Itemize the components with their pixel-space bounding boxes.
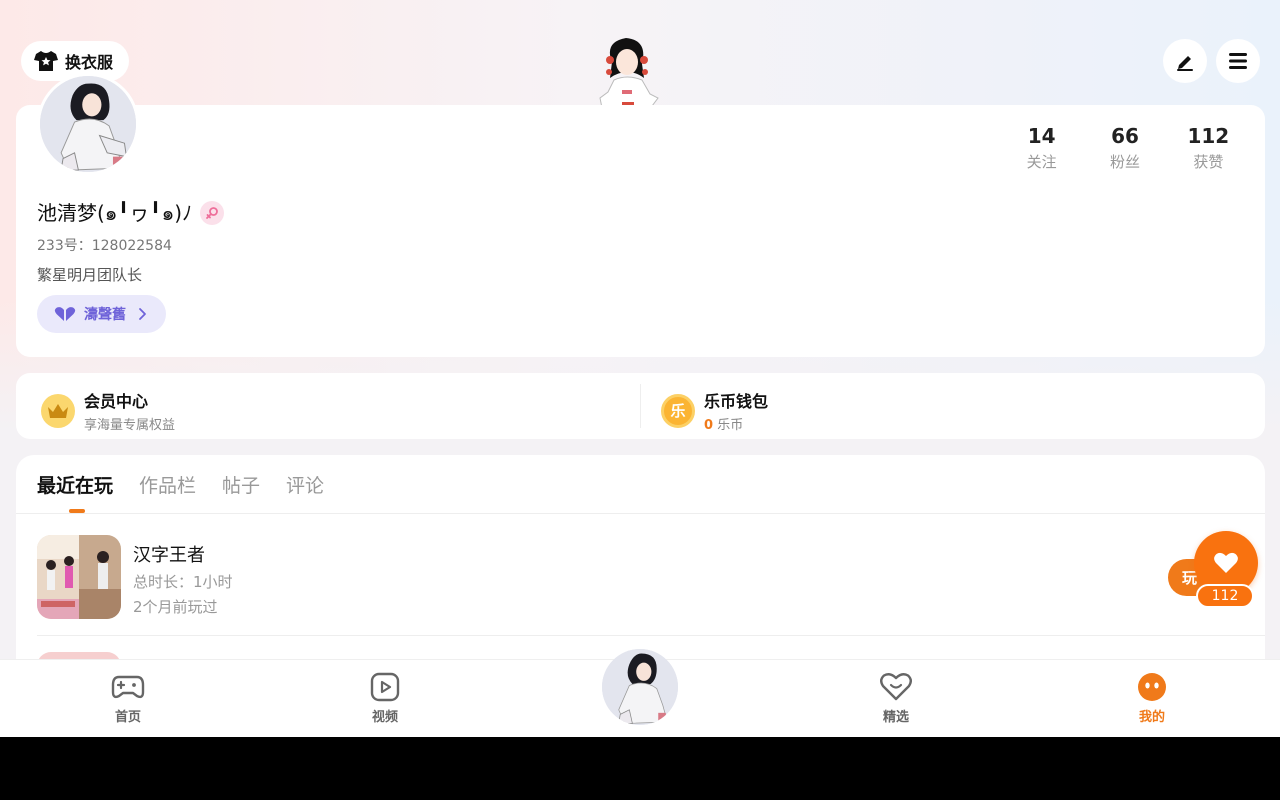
edit-icon <box>1177 56 1193 71</box>
following-label: 关注 <box>1026 153 1057 171</box>
menu-icon <box>1229 53 1247 69</box>
character-figure <box>599 38 659 108</box>
stat-followers[interactable]: 66 粉丝 <box>1083 124 1166 172</box>
tab-comments[interactable]: 评论 <box>286 471 324 498</box>
like-count-badge: 112 <box>1196 584 1254 608</box>
likes-count: 112 <box>1187 124 1230 148</box>
change-outfit-label: 换衣服 <box>65 53 114 72</box>
feature-divider <box>640 384 641 428</box>
game-thumbnail[interactable] <box>37 535 121 619</box>
member-center-entry[interactable]: 会员中心 享海量专属权益 <box>41 388 175 433</box>
tabs-divider <box>16 513 1265 514</box>
nav-center-avatar-button[interactable] <box>602 649 678 725</box>
user-id: 233号：128022584 <box>37 238 172 254</box>
nav-video[interactable]: 视频 <box>345 672 425 725</box>
tab-recently-played[interactable]: 最近在玩 <box>37 471 113 498</box>
team-chip[interactable]: 濤聲舊 <box>37 295 166 333</box>
nav-featured[interactable]: 精选 <box>856 672 936 725</box>
face-icon <box>1138 673 1166 701</box>
game-cover-image <box>37 535 121 619</box>
wallet-entry[interactable]: 乐 乐币钱包 0 乐币 <box>661 388 768 433</box>
heart-outline-icon <box>880 673 912 701</box>
nav-featured-label: 精选 <box>882 710 909 725</box>
chevron-right-icon <box>139 308 146 320</box>
nav-home-label: 首页 <box>114 710 141 725</box>
profile-tabs: 最近在玩 作品栏 帖子 评论 <box>37 471 324 498</box>
wallet-unit: 乐币 <box>717 418 744 433</box>
shirt-icon <box>34 51 58 71</box>
tab-posts[interactable]: 帖子 <box>222 471 260 498</box>
coin-char: 乐 <box>670 402 686 420</box>
wallet-amount: 0 <box>704 418 714 433</box>
followers-label: 粉丝 <box>1109 153 1140 171</box>
app-screen: 换衣服 14 关注 66 粉丝 112 获赞 池清梦(๑╹ヮ╹๑)ﾉ 233号：… <box>0 0 1280 737</box>
split-heart-icon <box>54 307 76 321</box>
user-bio: 繁星明月团队长 <box>37 266 143 284</box>
team-name: 濤聲舊 <box>84 307 126 323</box>
avatar-image <box>40 76 136 172</box>
nav-video-label: 视频 <box>371 710 398 725</box>
followers-count: 66 <box>1111 124 1139 148</box>
edit-profile-button[interactable] <box>1163 39 1207 83</box>
play-icon <box>370 672 400 702</box>
game-play-duration: 总时长：1小时 <box>133 573 233 591</box>
profile-stats: 14 关注 66 粉丝 112 获赞 <box>1000 124 1250 172</box>
stat-following[interactable]: 14 关注 <box>1000 124 1083 172</box>
crown-icon <box>41 393 75 428</box>
wallet-title: 乐币钱包 <box>704 392 769 411</box>
username: 池清梦(๑╹ヮ╹๑)ﾉ <box>37 201 193 225</box>
menu-button[interactable] <box>1216 39 1260 83</box>
nav-me-label: 我的 <box>1138 710 1165 725</box>
nav-home[interactable]: 首页 <box>88 672 168 725</box>
username-row: 池清梦(๑╹ヮ╹๑)ﾉ <box>37 197 225 229</box>
female-icon <box>200 201 225 225</box>
avatar[interactable] <box>37 73 139 175</box>
game-last-played: 2个月前玩过 <box>133 598 218 616</box>
tab-works[interactable]: 作品栏 <box>139 471 196 498</box>
member-center-title: 会员中心 <box>84 392 149 411</box>
list-divider <box>37 635 1265 636</box>
nav-me[interactable]: 我的 <box>1112 672 1192 725</box>
game-title[interactable]: 汉字王者 <box>133 541 205 567</box>
likes-label: 获赞 <box>1193 153 1224 171</box>
coin-icon: 乐 <box>661 393 695 428</box>
member-center-subtitle: 享海量专属权益 <box>84 418 176 433</box>
avatar-image <box>602 649 678 725</box>
heart-icon <box>1214 552 1238 573</box>
gamepad-icon <box>111 675 145 699</box>
stat-likes[interactable]: 112 获赞 <box>1167 124 1250 172</box>
following-count: 14 <box>1027 124 1056 148</box>
